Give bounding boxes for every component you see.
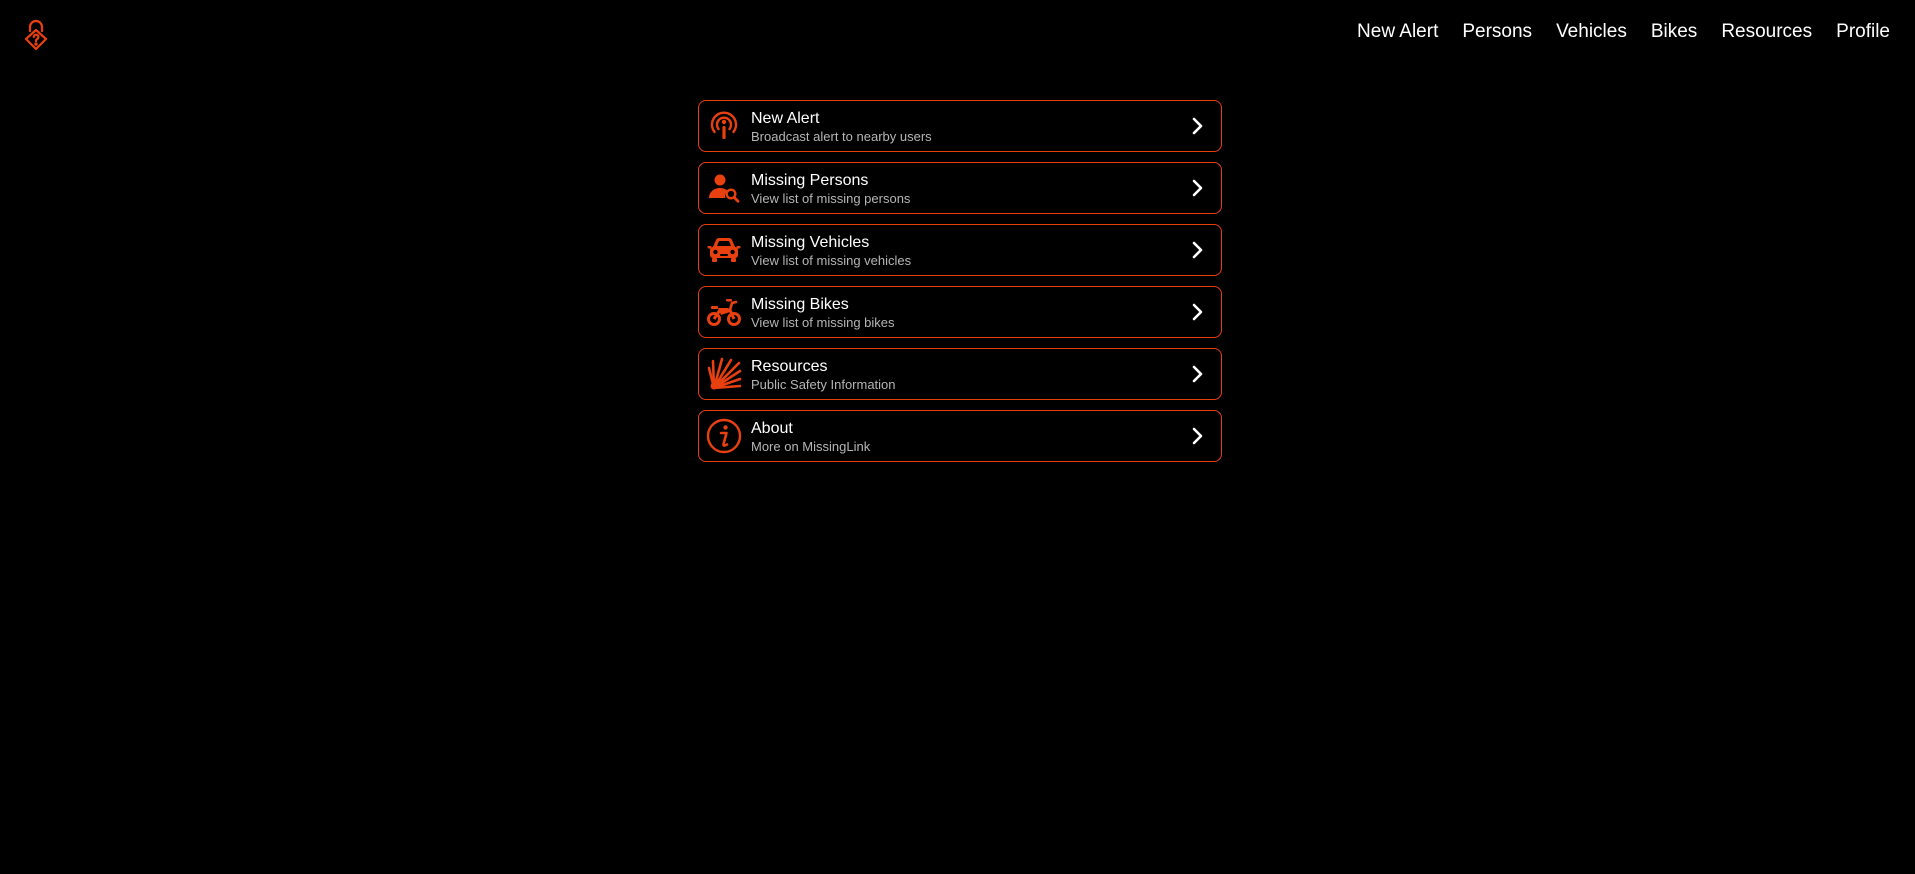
person-search-icon bbox=[706, 170, 742, 206]
lock-question-icon[interactable] bbox=[21, 18, 51, 52]
chevron-right-icon bbox=[1187, 425, 1207, 447]
info-icon bbox=[706, 418, 742, 454]
nav-link-vehicles[interactable]: Vehicles bbox=[1556, 19, 1627, 45]
menu-item-new-alert[interactable]: New Alert Broadcast alert to nearby user… bbox=[698, 100, 1222, 152]
menu-item-about[interactable]: About More on MissingLink bbox=[698, 410, 1222, 462]
top-navbar: New Alert Persons Vehicles Bikes Resourc… bbox=[0, 0, 1915, 64]
nav-link-bikes[interactable]: Bikes bbox=[1651, 19, 1697, 45]
chevron-right-icon bbox=[1187, 177, 1207, 199]
menu-item-missing-vehicles[interactable]: Missing Vehicles View list of missing ve… bbox=[698, 224, 1222, 276]
nav-link-new-alert[interactable]: New Alert bbox=[1357, 19, 1438, 45]
menu-item-title: New Alert bbox=[751, 110, 820, 127]
menu-item-subtitle: More on MissingLink bbox=[751, 439, 871, 454]
motorbike-icon bbox=[706, 294, 742, 330]
broadcast-icon bbox=[706, 108, 742, 144]
menu-item-subtitle: View list of missing vehicles bbox=[751, 253, 912, 268]
menu-item-title: Missing Persons bbox=[751, 172, 869, 189]
menu-item-missing-bikes[interactable]: Missing Bikes View list of missing bikes bbox=[698, 286, 1222, 338]
menu-item-title: Resources bbox=[751, 358, 828, 375]
menu-item-resources[interactable]: Resources Public Safety Information bbox=[698, 348, 1222, 400]
safety-burst-icon bbox=[706, 356, 742, 392]
menu-item-title: Missing Bikes bbox=[751, 296, 849, 313]
menu-list: New Alert Broadcast alert to nearby user… bbox=[698, 100, 1222, 472]
menu-item-subtitle: View list of missing bikes bbox=[751, 315, 895, 330]
chevron-right-icon bbox=[1187, 301, 1207, 323]
chevron-right-icon bbox=[1187, 115, 1207, 137]
menu-item-subtitle: Public Safety Information bbox=[751, 377, 896, 392]
menu-item-missing-persons[interactable]: Missing Persons View list of missing per… bbox=[698, 162, 1222, 214]
main-nav: New Alert Persons Vehicles Bikes Resourc… bbox=[1333, 19, 1890, 45]
menu-item-subtitle: Broadcast alert to nearby users bbox=[751, 129, 932, 144]
menu-item-subtitle: View list of missing persons bbox=[751, 191, 911, 206]
menu-item-title: About bbox=[751, 420, 793, 437]
chevron-right-icon bbox=[1187, 363, 1207, 385]
nav-link-profile[interactable]: Profile bbox=[1836, 19, 1890, 45]
menu-item-title: Missing Vehicles bbox=[751, 234, 870, 251]
nav-link-resources[interactable]: Resources bbox=[1721, 19, 1812, 45]
nav-link-persons[interactable]: Persons bbox=[1462, 19, 1532, 45]
car-icon bbox=[706, 232, 742, 268]
chevron-right-icon bbox=[1187, 239, 1207, 261]
